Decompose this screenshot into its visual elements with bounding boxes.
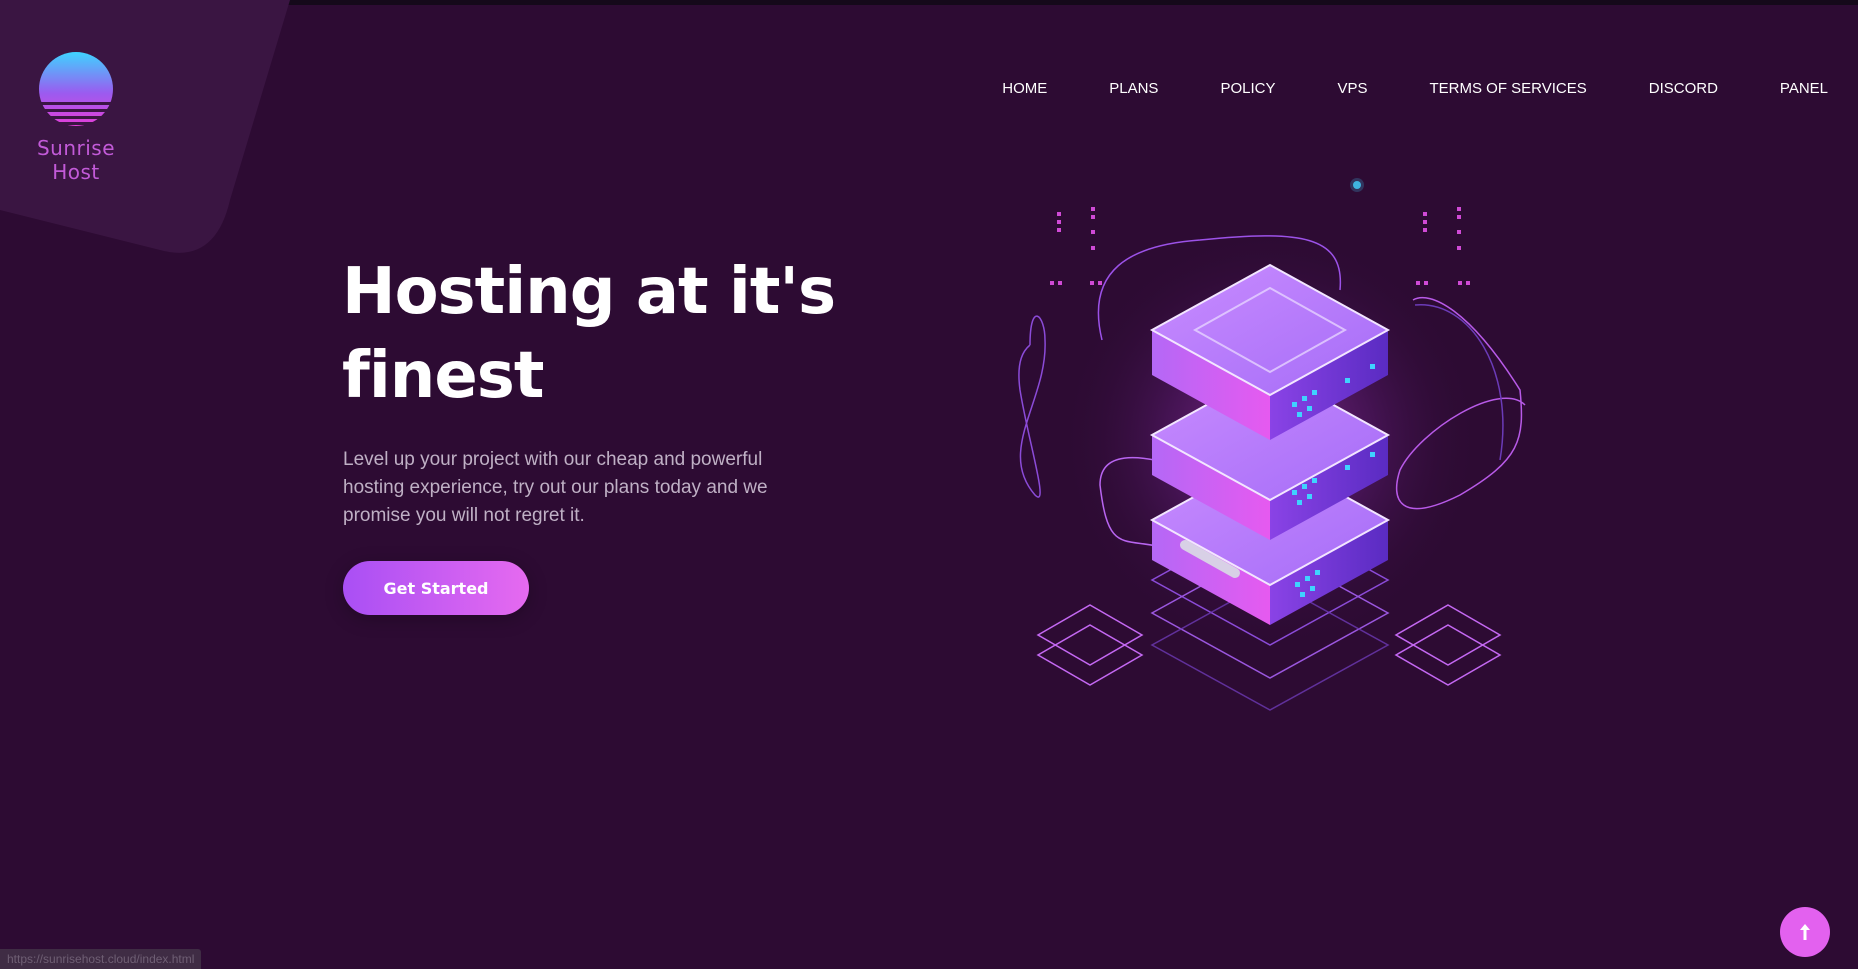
sunset-icon — [39, 52, 113, 126]
nav-item-plans[interactable]: PLANS — [1109, 80, 1158, 97]
main-nav: HOME PLANS POLICY VPS TERMS OF SERVICES … — [1002, 80, 1828, 97]
status-bar-url: https://sunrisehost.cloud/index.html — [0, 949, 202, 969]
brand-name: Sunrise Host — [36, 136, 116, 184]
nav-item-policy[interactable]: POLICY — [1220, 80, 1275, 97]
back-to-top-button[interactable] — [1780, 907, 1830, 957]
brand-logo[interactable]: Sunrise Host — [14, 52, 138, 184]
get-started-button[interactable]: Get Started — [343, 561, 529, 615]
nav-item-vps[interactable]: VPS — [1337, 80, 1367, 97]
hero-subtitle: Level up your project with our cheap and… — [343, 449, 768, 526]
landing-page: Sunrise Host HOME PLANS POLICY VPS TERMS… — [0, 0, 1858, 969]
hero-title: Hosting at it's finest — [342, 255, 836, 413]
server-stack-illustration — [1018, 178, 1526, 711]
nav-item-panel[interactable]: PANEL — [1780, 80, 1828, 97]
arrow-up-icon — [1800, 924, 1810, 940]
nav-item-discord[interactable]: DISCORD — [1649, 80, 1718, 97]
nav-item-terms-of-services[interactable]: TERMS OF SERVICES — [1429, 80, 1586, 97]
nav-item-home[interactable]: HOME — [1002, 80, 1047, 97]
